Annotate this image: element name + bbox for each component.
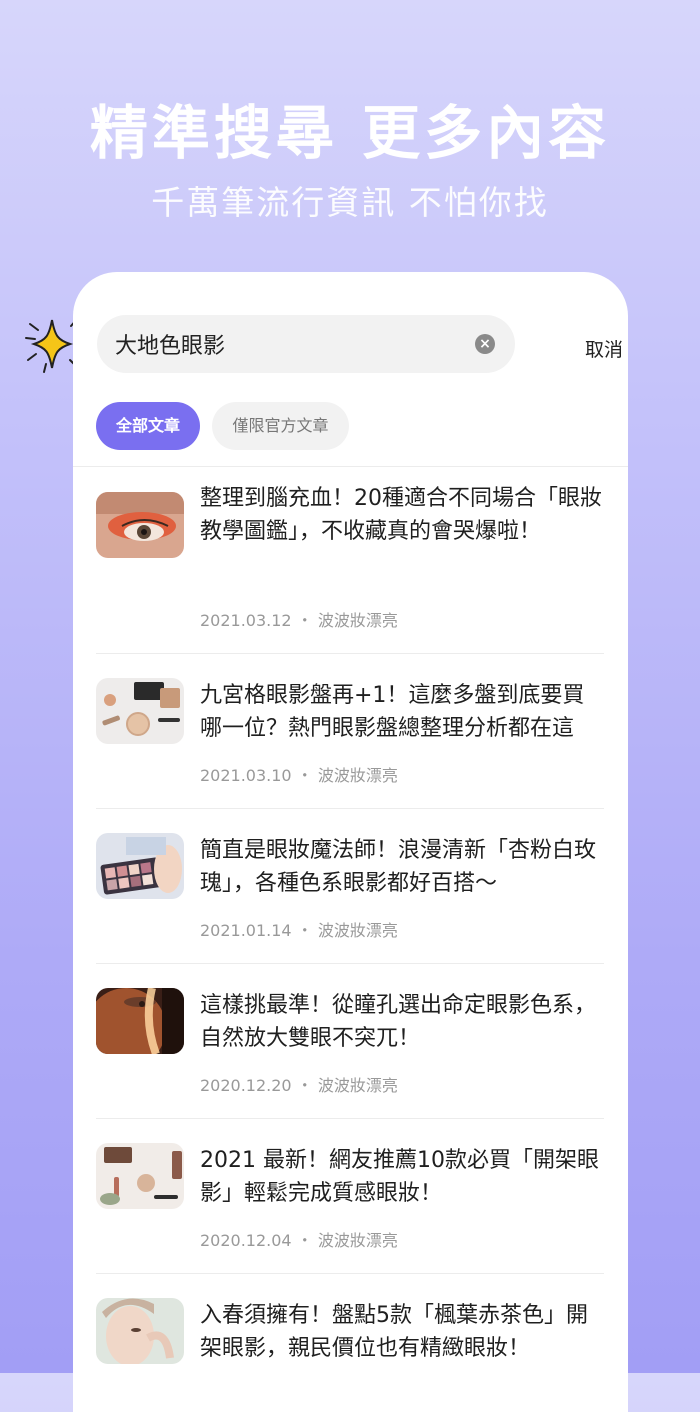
meta-separator: ・ (296, 766, 313, 785)
article-date: 2020.12.20 (200, 1076, 292, 1095)
eye-closeup-thumbnail (96, 492, 184, 558)
article-item[interactable]: 2021 最新！網友推薦10款必買「開架眼影」輕鬆完成質感眼妝！ 2020.12… (96, 1119, 604, 1274)
article-item[interactable]: 整理到腦充血！20種適合不同場合「眼妝教學圖鑑」，不收藏真的會哭爆啦！ 2021… (96, 482, 604, 654)
divider (73, 466, 628, 467)
eyeshadow-palette-thumbnail (96, 833, 184, 899)
article-author: 波波妝漂亮 (317, 611, 398, 630)
article-meta: 2020.12.04 ・ 波波妝漂亮 (200, 1227, 398, 1251)
article-date: 2021.03.10 (200, 766, 292, 785)
cancel-button[interactable]: 取消 (585, 335, 623, 362)
article-meta: 2021.03.10 ・ 波波妝漂亮 (200, 762, 398, 786)
meta-separator: ・ (296, 921, 313, 940)
article-date: 2020.12.04 (200, 1231, 292, 1250)
makeup-products-thumbnail (96, 678, 184, 744)
article-author: 波波妝漂亮 (317, 1076, 398, 1095)
search-query[interactable]: 大地色眼影 (115, 328, 225, 360)
article-title[interactable]: 簡直是眼妝魔法師！浪漫清新「杏粉白玫瑰」，各種色系眼影都好百搭～ (200, 834, 606, 900)
woman-portrait-thumbnail (96, 1298, 184, 1364)
meta-separator: ・ (296, 1076, 313, 1095)
article-title[interactable]: 這樣挑最準！從瞳孔選出命定眼影色系，自然放大雙眼不突兀！ (200, 989, 606, 1055)
article-author: 波波妝漂亮 (317, 921, 398, 940)
article-date: 2021.01.14 (200, 921, 292, 940)
article-meta: 2020.12.20 ・ 波波妝漂亮 (200, 1072, 398, 1096)
article-meta: 2021.03.12 ・ 波波妝漂亮 (200, 607, 398, 631)
clear-search-icon[interactable]: × (475, 334, 495, 354)
meta-separator: ・ (296, 611, 313, 630)
article-item[interactable]: 入春須擁有！盤點5款「楓葉赤茶色」開架眼影，親民價位也有精緻眼妝！ (96, 1274, 604, 1412)
phone-screen: 大地色眼影 × 取消 全部文章 僅限官方文章 整理到腦充血！20種適合不同場合「… (73, 272, 628, 1412)
article-title[interactable]: 入春須擁有！盤點5款「楓葉赤茶色」開架眼影，親民價位也有精緻眼妝！ (200, 1299, 606, 1365)
article-item[interactable]: 簡直是眼妝魔法師！浪漫清新「杏粉白玫瑰」，各種色系眼影都好百搭～ 2021.01… (96, 809, 604, 964)
face-light-thumbnail (96, 988, 184, 1054)
article-date: 2021.03.12 (200, 611, 292, 630)
promo-subheadline: 千萬筆流行資訊 不怕你找 (151, 183, 549, 222)
flatlay-makeup-thumbnail (96, 1143, 184, 1209)
meta-separator: ・ (296, 1231, 313, 1250)
article-item[interactable]: 九宮格眼影盤再+1！這麼多盤到底要買哪一位？熱門眼影盤總整理分析都在這 2021… (96, 654, 604, 809)
article-item[interactable]: 這樣挑最準！從瞳孔選出命定眼影色系，自然放大雙眼不突兀！ 2020.12.20 … (96, 964, 604, 1119)
article-title[interactable]: 2021 最新！網友推薦10款必買「開架眼影」輕鬆完成質感眼妝！ (200, 1144, 606, 1210)
article-title[interactable]: 九宮格眼影盤再+1！這麼多盤到底要買哪一位？熱門眼影盤總整理分析都在這 (200, 679, 606, 745)
article-meta: 2021.01.14 ・ 波波妝漂亮 (200, 917, 398, 941)
article-list: 整理到腦充血！20種適合不同場合「眼妝教學圖鑑」，不收藏真的會哭爆啦！ 2021… (96, 482, 604, 1412)
article-author: 波波妝漂亮 (317, 766, 398, 785)
filter-official-articles[interactable]: 僅限官方文章 (212, 402, 349, 450)
search-input[interactable]: 大地色眼影 × (97, 315, 515, 373)
article-author: 波波妝漂亮 (317, 1231, 398, 1250)
filter-all-articles[interactable]: 全部文章 (96, 402, 200, 450)
promo-headline: 精準搜尋 更多內容 (89, 99, 611, 167)
article-title[interactable]: 整理到腦充血！20種適合不同場合「眼妝教學圖鑑」，不收藏真的會哭爆啦！ (200, 482, 606, 548)
